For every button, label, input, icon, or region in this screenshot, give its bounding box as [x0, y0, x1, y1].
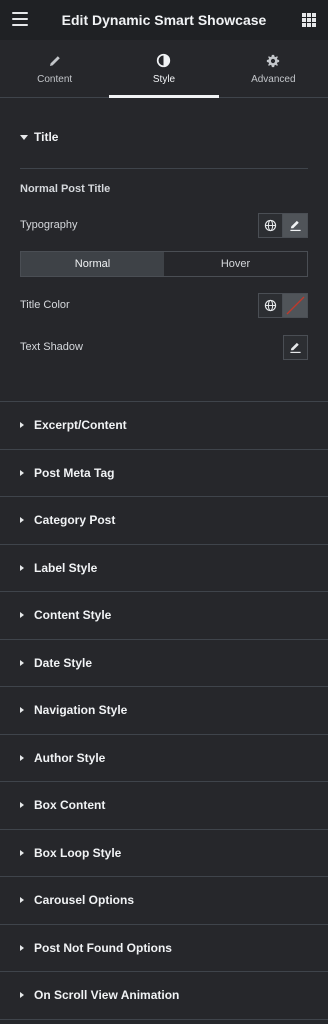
section-label: Date Style — [34, 655, 93, 670]
caret-down-icon — [20, 134, 28, 140]
pencil-icon — [48, 53, 62, 69]
caret-right-icon — [20, 469, 24, 476]
state-toggle: Normal Hover — [20, 251, 308, 277]
section-label: Box Content — [34, 798, 106, 813]
caret-right-icon — [20, 944, 24, 951]
tab-style[interactable]: Style — [109, 40, 219, 98]
section-label-style[interactable]: Label Style — [0, 545, 328, 592]
caret-right-icon — [20, 802, 24, 809]
typography-label: Typography — [20, 219, 78, 231]
tab-hover[interactable]: Hover — [164, 252, 307, 276]
text-shadow-label: Text Shadow — [20, 341, 83, 353]
section-box-content[interactable]: Box Content — [0, 782, 328, 830]
section-post-meta-tag[interactable]: Post Meta Tag — [0, 450, 328, 497]
section-label: Navigation Style — [34, 703, 128, 718]
section-label: Excerpt/Content — [34, 418, 127, 433]
section-box-loop-style[interactable]: Box Loop Style — [0, 830, 328, 877]
caret-right-icon — [20, 992, 24, 999]
title-section-header[interactable]: Title — [0, 98, 328, 176]
half-circle-icon — [156, 53, 171, 69]
caret-right-icon — [20, 612, 24, 619]
tab-advanced[interactable]: Advanced — [219, 40, 328, 97]
apps-grid-icon[interactable] — [302, 13, 316, 27]
caret-right-icon — [20, 564, 24, 571]
tab-advanced-label: Advanced — [251, 73, 296, 85]
section-label: Carousel Options — [34, 893, 135, 908]
section-excerpt-content[interactable]: Excerpt/Content — [0, 402, 328, 450]
global-color-button[interactable] — [258, 292, 283, 318]
title-section: Title Normal Post Title Typography Norma… — [0, 98, 328, 402]
edit-text-shadow-button[interactable] — [283, 334, 308, 360]
title-color-control: Title Color — [0, 285, 328, 325]
section-label: Author Style — [34, 750, 106, 765]
caret-right-icon — [20, 754, 24, 761]
section-carousel-options[interactable]: Carousel Options — [0, 877, 328, 925]
section-label: Category Post — [34, 513, 116, 528]
section-author-style[interactable]: Author Style — [0, 735, 328, 782]
title-section-label: Title — [34, 130, 59, 144]
pencil-icon — [290, 342, 301, 353]
section-content-style[interactable]: Content Style — [0, 592, 328, 640]
normal-post-title-heading: Normal Post Title — [20, 183, 111, 195]
caret-right-icon — [20, 707, 24, 714]
gear-icon — [266, 53, 280, 69]
section-on-scroll-view-animation[interactable]: On Scroll View Animation — [0, 972, 328, 1020]
section-label: On Scroll View Animation — [34, 988, 180, 1003]
section-category-post[interactable]: Category Post — [0, 497, 328, 545]
section-label: Label Style — [34, 560, 98, 575]
caret-right-icon — [20, 897, 24, 904]
edit-typography-button[interactable] — [283, 212, 308, 238]
section-label: Content Style — [34, 608, 112, 623]
globe-icon — [264, 299, 277, 311]
panel-title: Edit Dynamic Smart Showcase — [61, 12, 267, 28]
color-picker-button[interactable] — [283, 292, 308, 318]
section-date-style[interactable]: Date Style — [0, 640, 328, 687]
panel-tabs: Content Style Advanced — [0, 40, 328, 98]
section-label: Post Meta Tag — [34, 465, 115, 480]
tab-style-label: Style — [152, 73, 176, 85]
tab-content[interactable]: Content — [0, 40, 109, 97]
collapsed-sections: Excerpt/Content Post Meta Tag Category Pos… — [0, 402, 328, 1020]
no-color-icon — [286, 296, 304, 314]
text-shadow-control: Text Shadow — [0, 327, 328, 367]
section-label: Box Loop Style — [34, 845, 122, 860]
pencil-icon — [289, 220, 301, 231]
title-color-label: Title Color — [20, 299, 70, 311]
global-typography-button[interactable] — [258, 212, 283, 238]
section-post-not-found-options[interactable]: Post Not Found Options — [0, 925, 328, 972]
caret-right-icon — [20, 659, 24, 666]
section-navigation-style[interactable]: Navigation Style — [0, 687, 328, 735]
caret-right-icon — [20, 517, 24, 524]
tab-content-label: Content — [37, 73, 73, 85]
top-bar: Edit Dynamic Smart Showcase — [0, 0, 328, 40]
caret-right-icon — [20, 422, 24, 429]
globe-icon — [264, 219, 277, 231]
tab-normal[interactable]: Normal — [21, 252, 164, 276]
section-label: Post Not Found Options — [34, 940, 172, 955]
typography-control: Typography — [0, 205, 328, 245]
caret-right-icon — [20, 849, 24, 856]
